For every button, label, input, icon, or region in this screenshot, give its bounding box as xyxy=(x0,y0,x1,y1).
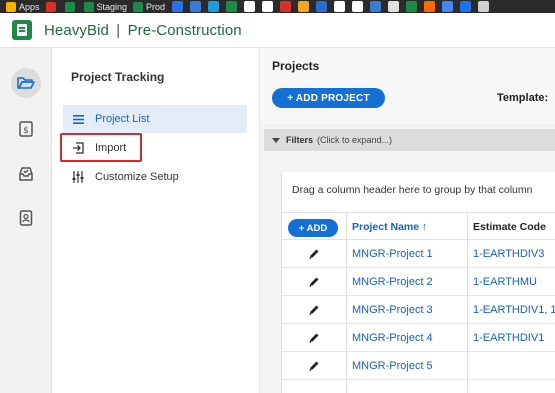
document-dollar-icon[interactable]: $ xyxy=(11,114,41,144)
estimate-code-cell: 1-EARTHDIV1 xyxy=(473,332,545,344)
app-header: HeavyBid | Pre-Construction xyxy=(0,13,555,48)
page-title: Projects xyxy=(272,59,320,73)
bookmark-favicon-icon[interactable] xyxy=(190,1,202,12)
nav-item-customize-setup[interactable]: Customize Setup xyxy=(63,163,247,191)
table-row[interactable]: MNGR-Project 4 1-EARTHDIV1 xyxy=(282,324,555,352)
bookmark-label: Prod xyxy=(146,1,166,12)
add-row-button[interactable]: + ADD xyxy=(288,219,338,237)
bookmark-favicon-icon[interactable] xyxy=(298,1,310,12)
grid-header-row: + ADD Project Name ↑ Estimate Code xyxy=(282,212,555,241)
inbox-check-icon[interactable] xyxy=(11,159,41,189)
heavybid-logo[interactable] xyxy=(12,20,32,40)
column-header-estimate-code[interactable]: Estimate Code xyxy=(473,221,546,233)
bookmark-1[interactable] xyxy=(45,1,59,12)
side-panel-title: Project Tracking xyxy=(71,70,165,84)
table-row[interactable]: MNGR-Project 5 xyxy=(282,352,555,380)
bookmark-favicon-icon[interactable] xyxy=(406,1,418,12)
edit-pencil-icon[interactable] xyxy=(308,331,320,349)
sheets-icon xyxy=(83,1,94,12)
estimate-code-cell: 1-EARTHDIV3 xyxy=(473,248,545,260)
column-divider xyxy=(346,240,347,393)
import-highlight-box xyxy=(60,133,142,162)
column-divider xyxy=(346,213,347,241)
edit-pencil-icon[interactable] xyxy=(308,359,320,377)
edit-pencil-icon[interactable] xyxy=(308,275,320,293)
filters-label: Filters xyxy=(286,135,314,145)
estimate-code-cell: 1-EARTHMU xyxy=(473,276,537,288)
project-name-link[interactable]: MNGR-Project 3 xyxy=(352,304,433,316)
bookmarks-bar: Apps Staging Prod xyxy=(0,0,555,13)
bookmark-0[interactable]: Apps xyxy=(6,1,40,12)
group-by-hint: Drag a column header here to group by th… xyxy=(292,184,533,196)
bookmark-4[interactable]: Prod xyxy=(133,1,166,12)
chevron-down-icon xyxy=(272,137,280,143)
project-name-link[interactable]: MNGR-Project 2 xyxy=(352,276,433,288)
column-header-label: Project Name xyxy=(352,221,420,233)
main-toolbar: Projects + ADD PROJECT Template: xyxy=(260,48,555,124)
bookmark-favicon-icon[interactable] xyxy=(280,1,292,12)
bookmark-favicon-icon[interactable] xyxy=(352,1,364,12)
bookmark-favicon-icon[interactable] xyxy=(334,1,346,12)
add-project-button[interactable]: + ADD PROJECT xyxy=(272,88,385,108)
sheets-icon xyxy=(64,1,75,12)
bookmark-favicon-icon[interactable] xyxy=(370,1,382,12)
nav-item-label: Project List xyxy=(95,113,150,125)
folder-open-icon[interactable] xyxy=(11,68,41,98)
bookmark-favicon-icon[interactable] xyxy=(244,1,256,12)
bookmark-favicon-icon[interactable] xyxy=(316,1,328,12)
estimate-code-cell: 1-EARTHDIV1, 1 xyxy=(473,304,555,316)
bookmark-favicon-icon[interactable] xyxy=(172,1,184,12)
project-name-link[interactable]: MNGR-Project 4 xyxy=(352,332,433,344)
app-brand: HeavyBid xyxy=(44,21,109,39)
contacts-book-icon[interactable] xyxy=(11,203,41,233)
bookmark-favicon-icon[interactable] xyxy=(226,1,238,12)
app-module: Pre-Construction xyxy=(127,21,242,39)
projects-grid: Drag a column header here to group by th… xyxy=(281,172,555,393)
bookmark-favicon-icon[interactable] xyxy=(460,1,472,12)
project-name-link[interactable]: MNGR-Project 1 xyxy=(352,248,433,260)
bookmark-favicon-icon[interactable] xyxy=(478,1,490,12)
table-row[interactable]: MNGR-Project 1 1-EARTHDIV3 xyxy=(282,240,555,268)
svg-text:$: $ xyxy=(23,126,29,136)
icon-rail: $ xyxy=(0,48,52,393)
bookmark-favicon-icon[interactable] xyxy=(388,1,400,12)
apps-grid-icon xyxy=(6,1,16,12)
sliders-icon xyxy=(71,171,85,183)
list-icon xyxy=(71,114,85,124)
main-content: Projects + ADD PROJECT Template: Filters… xyxy=(260,48,555,393)
bookmark-favicon-icon[interactable] xyxy=(262,1,274,12)
column-divider xyxy=(467,213,468,241)
edit-pencil-icon[interactable] xyxy=(308,247,320,265)
nav-item-label: Customize Setup xyxy=(95,171,179,183)
filters-bar[interactable]: Filters (Click to expand...) xyxy=(264,129,555,151)
filters-hint: (Click to expand...) xyxy=(317,135,393,145)
bookmark-favicon-icon[interactable] xyxy=(208,1,220,12)
sort-ascending-icon: ↑ xyxy=(422,221,428,233)
table-row[interactable]: MNGR-Project 3 1-EARTHDIV1, 1 xyxy=(282,296,555,324)
gmail-icon xyxy=(45,1,56,12)
nav-item-project-list[interactable]: Project List xyxy=(63,105,247,133)
bookmark-3[interactable]: Staging xyxy=(83,1,128,12)
sheets-icon xyxy=(133,1,144,12)
bookmark-label: Staging xyxy=(96,1,128,12)
bookmark-favicon-icon[interactable] xyxy=(442,1,454,12)
column-divider xyxy=(467,240,468,393)
bookmark-favicon-icon[interactable] xyxy=(424,1,436,12)
table-row[interactable]: MNGR-Project 2 1-EARTHMU xyxy=(282,268,555,296)
project-name-link[interactable]: MNGR-Project 5 xyxy=(352,360,433,372)
app-title: HeavyBid | Pre-Construction xyxy=(44,22,242,39)
bookmark-label: Apps xyxy=(19,1,40,12)
bookmark-2[interactable] xyxy=(64,1,78,12)
edit-pencil-icon[interactable] xyxy=(308,303,320,321)
column-header-project-name[interactable]: Project Name ↑ xyxy=(352,221,427,233)
app-title-separator: | xyxy=(116,21,121,39)
side-panel: Project Tracking Project List Import Cus… xyxy=(52,48,260,393)
template-label: Template: xyxy=(497,92,549,104)
